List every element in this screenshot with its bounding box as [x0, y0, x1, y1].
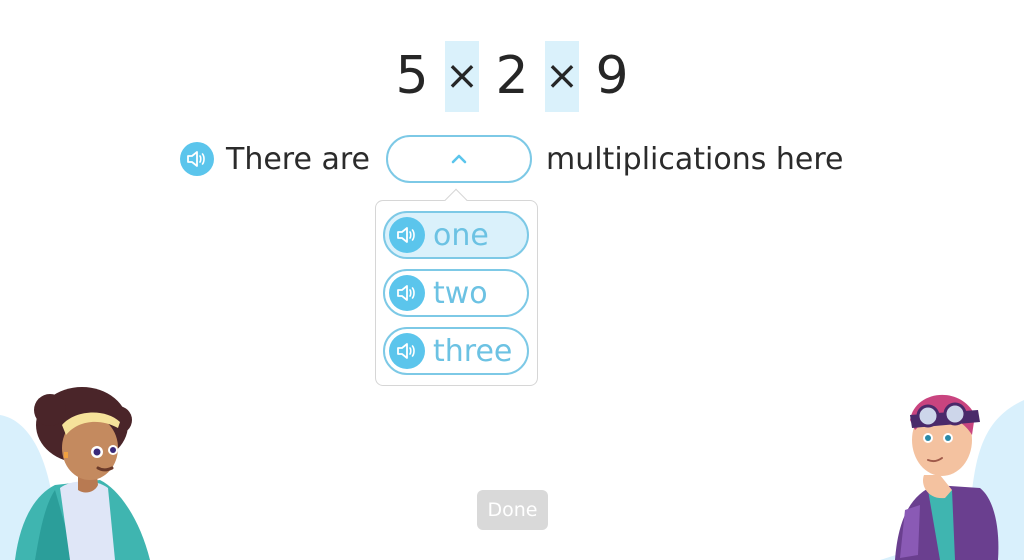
dropdown-menu: one two three	[375, 188, 538, 386]
girl-character-illustration	[0, 387, 150, 560]
speaker-icon[interactable]	[180, 142, 214, 176]
boy-character-illustration	[880, 394, 1024, 560]
expression-number: 5	[395, 46, 429, 106]
expression-operator: ×	[445, 40, 479, 112]
answer-dropdown[interactable]	[385, 135, 532, 183]
expression-number: 2	[495, 46, 529, 106]
expression-operator: ×	[545, 40, 579, 112]
expression-number: 9	[595, 46, 629, 106]
chevron-up-icon	[451, 154, 467, 164]
sentence-text-after: multiplications here	[545, 141, 844, 177]
option-three[interactable]: three	[383, 327, 529, 375]
option-label: three	[433, 333, 513, 369]
menu-caret	[444, 188, 468, 212]
sentence-text-before: There are	[226, 141, 370, 177]
option-label: two	[433, 275, 488, 311]
speaker-icon[interactable]	[389, 333, 425, 369]
option-one[interactable]: one	[383, 211, 529, 259]
speaker-icon[interactable]	[389, 275, 425, 311]
option-two[interactable]: two	[383, 269, 529, 317]
speaker-icon[interactable]	[389, 217, 425, 253]
math-expression: 5 × 2 × 9	[0, 40, 1024, 112]
done-button[interactable]: Done	[477, 490, 548, 530]
question-sentence: There are multiplications here	[180, 135, 843, 183]
option-label: one	[433, 217, 489, 253]
